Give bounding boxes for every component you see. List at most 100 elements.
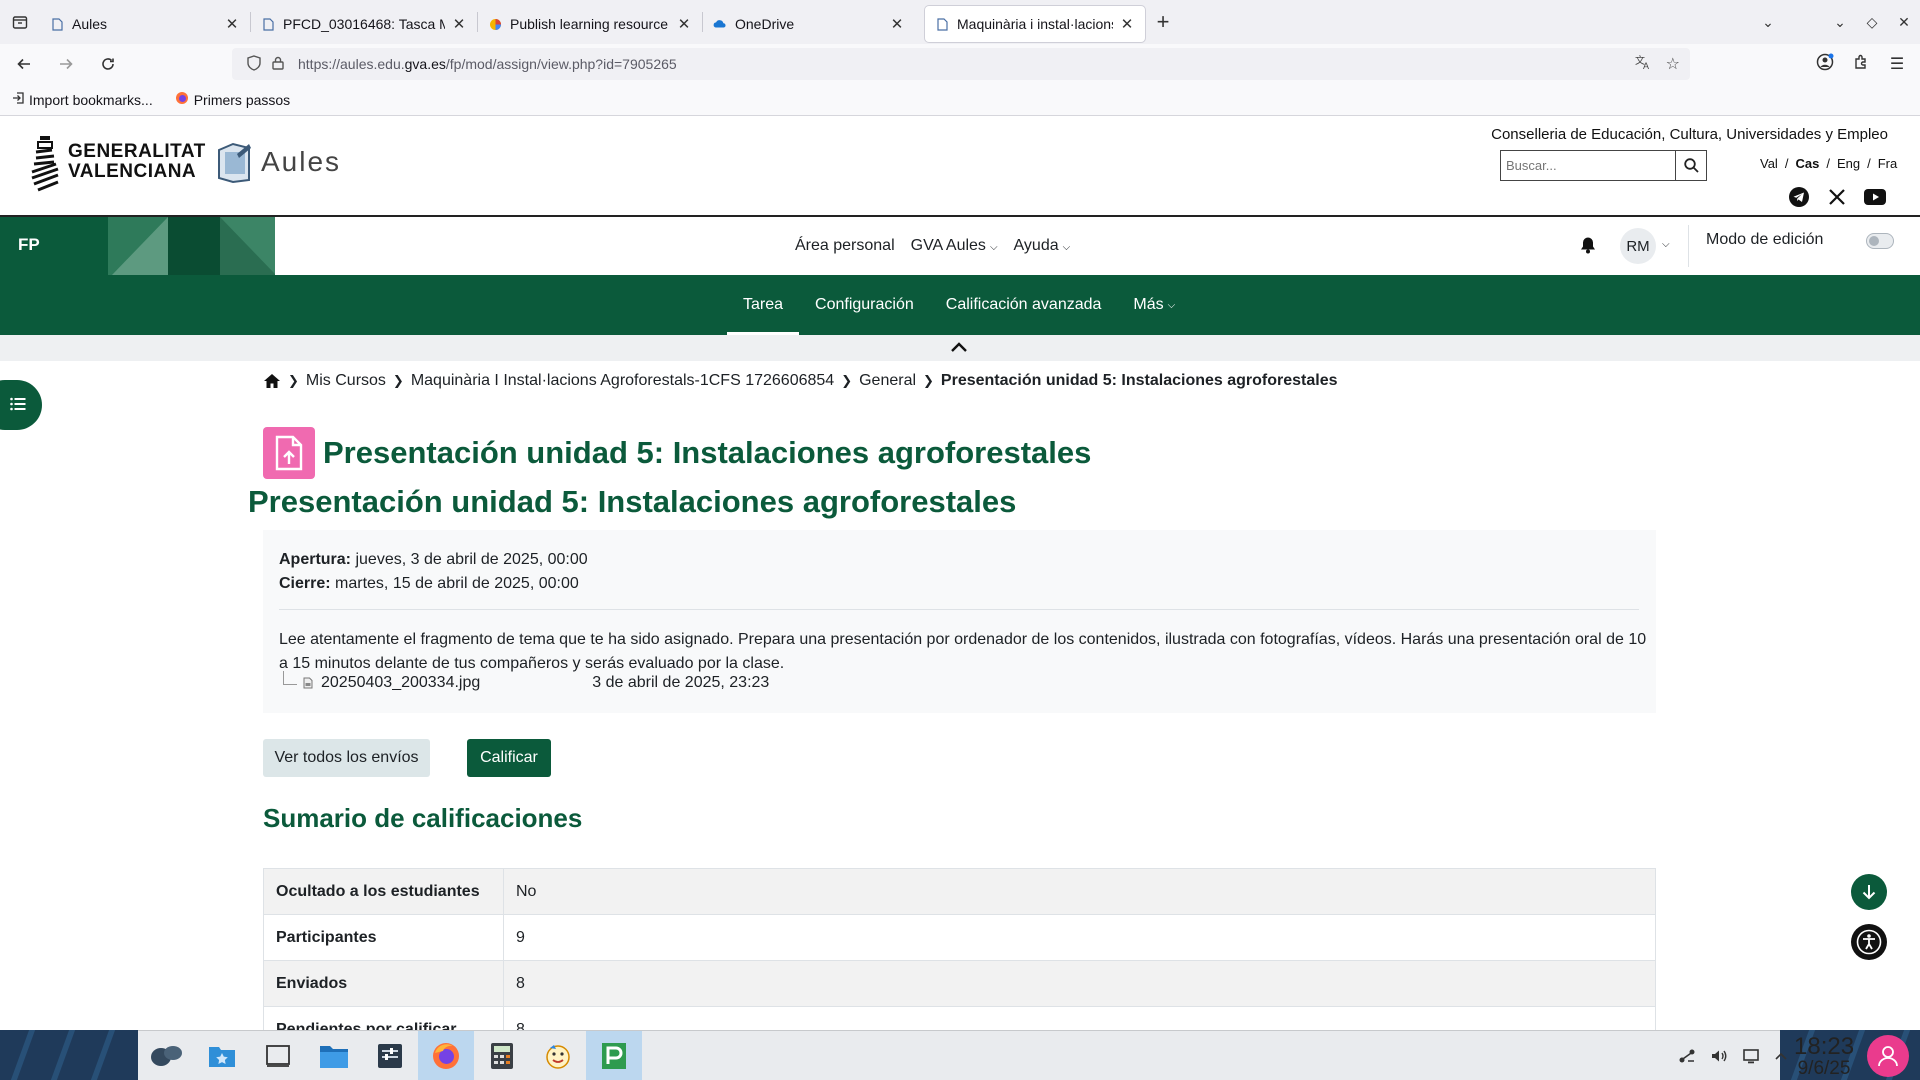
fp-site-block[interactable]: FP <box>0 217 275 275</box>
home-icon[interactable] <box>263 373 281 389</box>
lock-icon[interactable] <box>266 56 290 73</box>
lang-cas[interactable]: Cas <box>1795 156 1819 171</box>
taskbar-app-smiley[interactable] <box>530 1031 586 1080</box>
app-launcher-button[interactable] <box>138 1031 194 1080</box>
chevron-down-icon: ⌵ <box>989 242 998 253</box>
close-icon[interactable]: ✕ <box>1119 15 1135 33</box>
taskbar: 18:23 9/6/25 <box>138 1030 1909 1080</box>
breadcrumb-mis-cursos[interactable]: Mis Cursos <box>306 372 386 390</box>
display-icon[interactable] <box>1742 1047 1760 1065</box>
tab-list-button[interactable] <box>0 0 40 44</box>
course-index-button[interactable] <box>0 380 42 430</box>
fp-decoration <box>108 217 275 275</box>
view-all-submissions-button[interactable]: Ver todos los envíos <box>263 739 430 777</box>
bookmark-primers-passos[interactable]: Primers passos <box>175 91 290 108</box>
attachment-row: 20250403_200334.jpg 3 de abril de 2025, … <box>283 671 769 692</box>
taskbar-app-desktop[interactable] <box>250 1031 306 1080</box>
chevron-up-icon[interactable] <box>950 341 968 353</box>
browser-tab[interactable]: OneDrive ✕ <box>703 6 915 42</box>
accessibility-button[interactable] <box>1851 924 1887 960</box>
clock-date: 9/6/25 <box>1797 1058 1851 1079</box>
maximize-icon[interactable]: ◇ <box>1856 14 1888 31</box>
firefox-icon <box>175 91 189 108</box>
import-icon <box>12 92 24 107</box>
browser-tab-active[interactable]: Maquinària i instal·lacions ✕ <box>925 6 1145 42</box>
nav-area-personal[interactable]: Área personal <box>795 237 895 255</box>
translate-icon[interactable]: 文A <box>1634 53 1652 76</box>
lang-fra[interactable]: Fra <box>1878 156 1898 171</box>
tab-calificacion-avanzada[interactable]: Calificación avanzada <box>930 275 1118 335</box>
tab-configuracion[interactable]: Configuración <box>799 275 930 335</box>
gva-line2: VALENCIANA <box>68 161 197 182</box>
browser-tab[interactable]: Aules ✕ <box>40 6 250 42</box>
avatar[interactable]: RM <box>1620 228 1656 264</box>
taskbar-app-projectlibre[interactable] <box>586 1031 642 1080</box>
taskbar-app-settings[interactable] <box>362 1031 418 1080</box>
chevron-up-icon[interactable] <box>1774 1051 1788 1061</box>
system-tray <box>1678 1031 1788 1080</box>
user-menu-button[interactable] <box>1867 1035 1909 1077</box>
lang-val[interactable]: Val <box>1760 156 1778 171</box>
new-tab-button[interactable]: + <box>1145 9 1181 35</box>
bookmark-star-icon[interactable]: ☆ <box>1666 54 1680 74</box>
close-window-icon[interactable]: ✕ <box>1888 14 1920 31</box>
grade-button[interactable]: Calificar <box>467 739 551 777</box>
taskbar-app-favorites[interactable] <box>194 1031 250 1080</box>
close-icon[interactable]: ✕ <box>889 15 905 33</box>
generalitat-logo[interactable]: GENERALITAT VALENCIANA <box>30 132 206 192</box>
search-input[interactable] <box>1501 151 1675 180</box>
account-icon[interactable] <box>1812 53 1838 76</box>
opening-date: Apertura: jueves, 3 de abril de 2025, 00… <box>279 548 588 572</box>
chevron-down-icon[interactable]: ⌵ <box>1662 239 1670 250</box>
youtube-icon[interactable] <box>1864 186 1886 208</box>
telegram-icon[interactable] <box>1788 186 1810 208</box>
tab-title: PFCD_03016468: Tasca Mò <box>283 16 445 32</box>
notifications-button[interactable] <box>1580 236 1596 259</box>
chevron-down-icon[interactable]: ⌄ <box>1752 14 1784 31</box>
tab-tarea[interactable]: Tarea <box>727 275 800 335</box>
lang-separator: / <box>1784 156 1789 171</box>
url-bar[interactable]: https://aules.edu.gva.es/fp/mod/assign/v… <box>232 48 1690 80</box>
back-button[interactable] <box>6 48 42 80</box>
table-cell-label: Enviados <box>263 960 504 1007</box>
reload-button[interactable] <box>90 48 126 80</box>
attachment-link[interactable]: 20250403_200334.jpg <box>321 674 480 692</box>
bookmark-import[interactable]: Import bookmarks... <box>12 92 153 108</box>
aules-logo[interactable]: Aules <box>215 140 341 184</box>
shield-icon[interactable] <box>242 54 266 74</box>
close-icon[interactable]: ✕ <box>451 15 467 33</box>
nav-gva-aules[interactable]: GVA Aules ⌵ <box>911 237 998 255</box>
taskbar-app-calculator[interactable] <box>474 1031 530 1080</box>
site-header: GENERALITAT VALENCIANA Aules Conselleria… <box>0 116 1920 216</box>
opening-label: Apertura: <box>279 551 352 568</box>
table-row: Ocultado a los estudiantes No <box>263 868 1656 915</box>
browser-tab[interactable]: Publish learning resource ✕ <box>478 6 702 42</box>
x-twitter-icon[interactable] <box>1826 186 1848 208</box>
search-button[interactable] <box>1675 151 1706 180</box>
url-text: https://aules.edu.gva.es/fp/mod/assign/v… <box>298 56 677 72</box>
volume-icon[interactable] <box>1710 1047 1728 1065</box>
edit-mode-toggle[interactable] <box>1866 233 1894 249</box>
onedrive-icon <box>713 17 727 31</box>
aules-wordmark: Aules <box>261 146 342 177</box>
clock[interactable]: 18:23 9/6/25 <box>1794 1035 1854 1079</box>
network-share-icon[interactable] <box>1678 1047 1696 1065</box>
nav-ayuda[interactable]: Ayuda ⌵ <box>1014 237 1071 255</box>
breadcrumb-general[interactable]: General <box>859 372 916 390</box>
fp-label: FP <box>18 235 40 254</box>
forward-button[interactable] <box>48 48 84 80</box>
tab-title: Maquinària i instal·lacions <box>957 16 1113 32</box>
lang-eng[interactable]: Eng <box>1837 156 1860 171</box>
table-cell-value: 8 <box>503 960 1656 1007</box>
minimize-icon[interactable]: ⌄ <box>1824 14 1856 31</box>
extensions-icon[interactable] <box>1848 54 1874 75</box>
scroll-down-button[interactable] <box>1851 874 1887 910</box>
taskbar-app-firefox[interactable] <box>418 1031 474 1080</box>
taskbar-app-files[interactable] <box>306 1031 362 1080</box>
menu-icon[interactable]: ☰ <box>1884 54 1910 74</box>
close-icon[interactable]: ✕ <box>676 15 692 33</box>
breadcrumb-course[interactable]: Maquinària I Instal·lacions Agroforestal… <box>411 372 834 390</box>
browser-tab[interactable]: PFCD_03016468: Tasca Mò ✕ <box>251 6 477 42</box>
close-icon[interactable]: ✕ <box>224 15 240 33</box>
tab-mas[interactable]: Más ⌵ <box>1117 275 1191 335</box>
